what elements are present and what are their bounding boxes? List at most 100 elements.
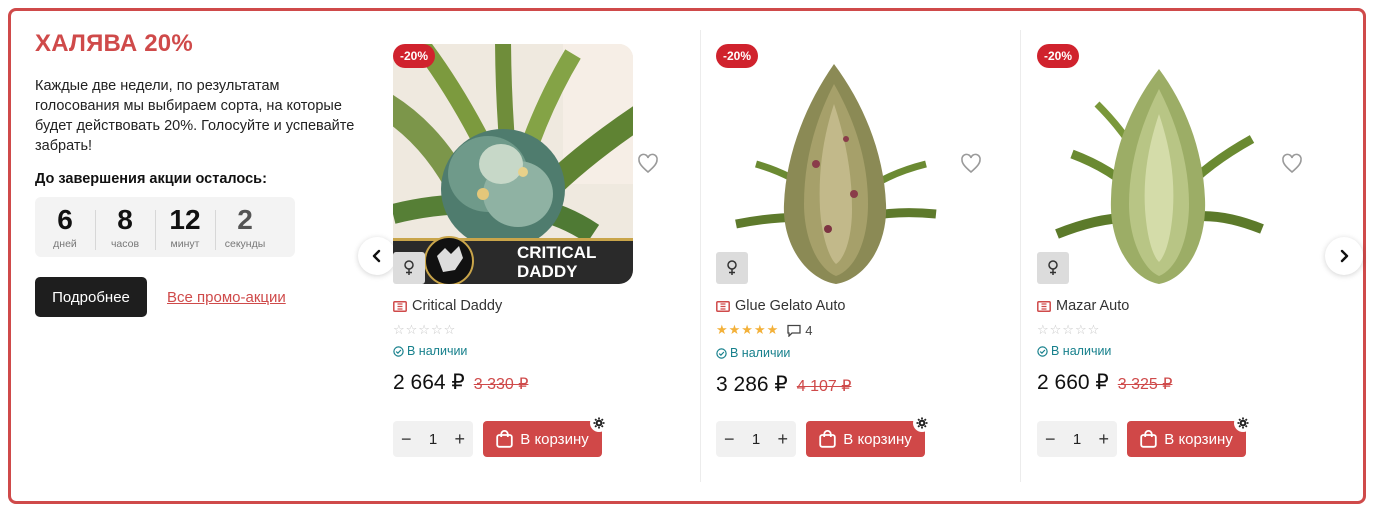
cart-options-button[interactable] [913,414,931,432]
add-to-cart-button[interactable]: В корзину [806,421,925,457]
product-name-row: Mazar Auto [1037,298,1129,314]
cart-options-button[interactable] [590,414,608,432]
shopping-bag-icon [819,430,836,448]
chevron-left-icon [372,249,381,263]
check-circle-icon [716,347,727,359]
stock-label: В наличии [1051,344,1112,358]
product-name-link[interactable]: Critical Daddy [412,298,502,314]
discount-badge: -20% [393,44,436,68]
add-to-cart-button[interactable]: В корзину [1127,421,1246,457]
rating-stars: ☆☆☆☆☆ [393,322,456,338]
product-name-row: Critical Daddy [393,298,502,314]
product-name-link[interactable]: Mazar Auto [1056,298,1129,314]
ticket-icon [716,300,730,312]
more-details-button[interactable]: Подробнее [35,277,147,317]
product-name-link[interactable]: Glue Gelato Auto [735,298,845,314]
plant-image [1037,44,1277,284]
countdown-seconds: 2 секунды [215,204,275,250]
product-card: -20% Glue Gelato Auto ★★★★★ 4 В наличии … [716,30,1036,482]
all-promos-link[interactable]: Все промо-акции [167,289,286,306]
gear-icon [916,417,928,429]
gear-icon [1237,417,1249,429]
ticket-icon [1037,300,1051,312]
stock-status: В наличии [716,346,790,360]
heart-icon [638,153,658,174]
carousel-prev-button[interactable] [358,237,396,275]
add-to-cart-button[interactable]: В корзину [483,421,602,457]
add-to-favorites-button[interactable] [1280,152,1304,176]
heart-icon [1282,153,1302,174]
rating-stars: ★★★★★ 4 [716,322,813,338]
gear-icon [593,417,605,429]
cart-options-button[interactable] [1234,414,1252,432]
old-price: 3 325 ₽ [1117,376,1173,393]
countdown-label: До завершения акции осталось: [35,171,267,187]
star-icon: ★★★★★ [716,322,780,337]
female-tag [1037,252,1069,284]
quantity-stepper: − 1 + [393,421,473,457]
countdown-minutes: 12 минут [155,204,215,250]
product-card: -20% Mazar Auto ☆☆☆☆☆ В наличии 2 660 ₽ … [1037,30,1357,482]
countdown-unit-label: минут [170,238,200,250]
countdown-hours: 8 часов [95,204,155,250]
plant-image: CRITICAL DADDY [393,44,633,284]
price-row: 2 664 ₽ 3 330 ₽ [393,370,528,395]
price-row: 3 286 ₽ 4 107 ₽ [716,372,851,397]
add-to-cart-label: В корзину [1164,430,1233,448]
promo-actions: Подробнее Все промо-акции [35,277,355,317]
discount-badge: -20% [716,44,759,68]
product-image[interactable]: CRITICAL DADDY [393,44,633,284]
add-to-cart-label: В корзину [843,430,912,448]
star-icon: ☆☆☆☆☆ [1037,322,1101,337]
old-price: 3 330 ₽ [473,376,529,393]
add-to-favorites-button[interactable] [959,152,983,176]
increase-button[interactable]: + [777,429,788,450]
stock-label: В наличии [730,346,791,360]
increase-button[interactable]: + [454,429,465,450]
quantity-stepper: − 1 + [716,421,796,457]
decrease-button[interactable]: − [724,429,735,450]
stock-label: В наличии [407,344,468,358]
star-icon: ☆☆☆☆☆ [393,322,457,337]
female-tag [393,252,425,284]
check-circle-icon [393,345,404,357]
price: 2 660 ₽ [1037,371,1109,394]
female-icon [1048,260,1058,275]
shopping-bag-icon [1140,430,1157,448]
shopping-bag-icon [496,430,513,448]
female-tag [716,252,748,284]
decrease-button[interactable]: − [401,429,412,450]
countdown-value: 12 [169,204,201,235]
quantity-value[interactable]: 1 [1073,431,1081,448]
promo-block: ХАЛЯВА 20% Каждые две недели, по результ… [35,30,355,317]
price-row: 2 660 ₽ 3 325 ₽ [1037,370,1172,395]
add-to-favorites-button[interactable] [636,152,660,176]
quantity-value[interactable]: 1 [429,431,437,448]
check-circle-icon [1037,345,1048,357]
quantity-value[interactable]: 1 [752,431,760,448]
comment-icon [787,324,801,337]
product-card: CRITICAL DADDY -20% Critical Daddy ☆☆☆☆☆ … [393,30,713,482]
reviews-link[interactable]: 4 [787,322,813,338]
countdown-value: 8 [117,204,133,235]
price: 3 286 ₽ [716,373,788,396]
female-icon [404,260,414,275]
rating-stars: ☆☆☆☆☆ [1037,322,1100,338]
quantity-stepper: − 1 + [1037,421,1117,457]
countdown-unit-label: дней [53,238,77,250]
increase-button[interactable]: + [1098,429,1109,450]
product-image[interactable] [716,44,956,284]
old-price: 4 107 ₽ [796,378,852,395]
decrease-button[interactable]: − [1045,429,1056,450]
promo-description: Каждые две недели, по результатам голосо… [35,78,355,154]
product-image[interactable] [1037,44,1277,284]
countdown-unit-label: часов [110,238,140,250]
promo-title: ХАЛЯВА 20% [35,30,193,57]
product-name-row: Glue Gelato Auto [716,298,845,314]
female-icon [727,260,737,275]
ticket-icon [393,300,407,312]
countdown-timer: 6 дней 8 часов 12 минут 2 секунды [35,197,295,257]
stock-status: В наличии [393,344,467,358]
countdown-days: 6 дней [35,204,95,250]
reviews-count: 4 [805,322,813,338]
